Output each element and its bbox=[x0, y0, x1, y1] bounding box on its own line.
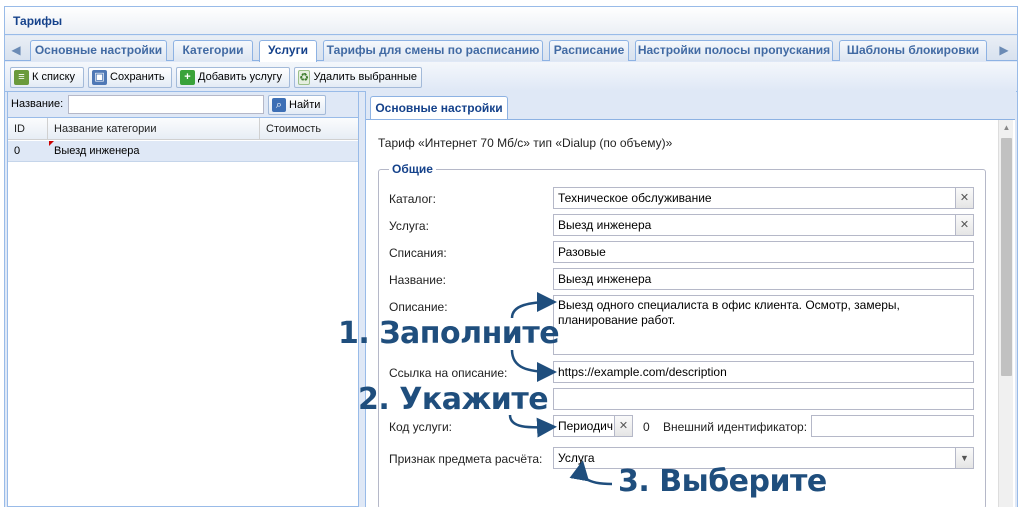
extra-field[interactable] bbox=[553, 388, 974, 410]
add-service-button[interactable]: + Добавить услугу bbox=[176, 67, 290, 88]
search-row: Название: ⌕ Найти bbox=[8, 92, 358, 118]
tab-schedule[interactable]: Расписание bbox=[549, 40, 629, 61]
catalog-clear-icon[interactable]: ✕ bbox=[955, 188, 973, 208]
description-link-label: Ссылка на описание: bbox=[389, 366, 508, 380]
scroll-thumb[interactable] bbox=[1001, 138, 1012, 376]
catalog-label: Каталог: bbox=[389, 192, 436, 206]
tab-main-settings[interactable]: Основные настройки bbox=[30, 40, 167, 61]
catalog-combo[interactable]: Техническое обслуживание ✕ bbox=[553, 187, 974, 209]
search-input[interactable] bbox=[68, 95, 264, 114]
save-icon: ▣ bbox=[92, 70, 107, 85]
cell-id: 0 bbox=[14, 145, 21, 157]
description-textarea[interactable]: Выезд одного специалиста в офис клиента.… bbox=[553, 295, 974, 355]
external-id-field[interactable] bbox=[811, 415, 974, 437]
service-combo[interactable]: Выезд инженера ✕ bbox=[553, 214, 974, 236]
charges-label: Списания: bbox=[389, 246, 447, 260]
name-field[interactable]: Выезд инженера bbox=[553, 268, 974, 290]
detail-scrollbar[interactable]: ▲ bbox=[998, 120, 1013, 507]
subject-attr-value: Услуга bbox=[558, 451, 595, 465]
find-label: Найти bbox=[289, 98, 321, 111]
tariff-description: Тариф «Интернет 70 Мб/с» тип «Dialup (по… bbox=[378, 136, 673, 150]
services-list-panel: Название: ⌕ Найти ID Название категории … bbox=[7, 91, 359, 507]
service-clear-icon[interactable]: ✕ bbox=[955, 215, 973, 235]
description-label: Описание: bbox=[389, 300, 448, 314]
col-id[interactable]: ID bbox=[8, 118, 48, 140]
external-id-label: Внешний идентификатор: bbox=[663, 420, 808, 434]
service-code-suffix: 0 bbox=[643, 420, 650, 434]
cell-name: Выезд инженера bbox=[54, 145, 140, 157]
search-icon: ⌕ bbox=[272, 98, 286, 112]
search-label: Название: bbox=[11, 98, 64, 110]
service-detail-panel: Основные настройки Тариф «Интернет 70 Мб… bbox=[365, 91, 1016, 507]
service-code-label: Код услуги: bbox=[389, 420, 453, 434]
tab-schedule-tariffs[interactable]: Тарифы для смены по расписанию bbox=[323, 40, 543, 61]
recycle-icon: ♻ bbox=[298, 70, 311, 85]
add-service-label: Добавить услугу bbox=[198, 71, 282, 83]
annotation-step2: 2. Укажите bbox=[358, 382, 549, 417]
fieldset-title: Общие bbox=[389, 162, 436, 176]
annotation-step3: 3. Выберите bbox=[618, 464, 827, 499]
service-value: Выезд инженера bbox=[558, 218, 652, 232]
plus-icon: + bbox=[180, 70, 195, 85]
delete-selected-label: Удалить выбранные bbox=[313, 71, 417, 83]
charges-field[interactable]: Разовые bbox=[553, 241, 974, 263]
chevron-down-icon[interactable]: ▼ bbox=[955, 448, 973, 468]
service-code-value: Периодич bbox=[558, 419, 614, 433]
table-row[interactable]: 0 Выезд инженера bbox=[8, 141, 358, 162]
tab-scroll-left-icon[interactable]: ◀ bbox=[7, 40, 25, 60]
description-link-field[interactable]: https://example.com/description bbox=[553, 361, 974, 383]
service-label: Услуга: bbox=[389, 219, 429, 233]
tab-bandwidth[interactable]: Настройки полосы пропускания bbox=[635, 40, 833, 61]
toolbar: ≡ К списку ▣ Сохранить + Добавить услугу… bbox=[5, 62, 1017, 92]
back-to-list-button[interactable]: ≡ К списку bbox=[10, 67, 84, 88]
col-category-name[interactable]: Название категории bbox=[48, 118, 260, 140]
back-to-list-label: К списку bbox=[32, 71, 76, 83]
main-tabstrip: ◀ Основные настройки Категории Услуги Та… bbox=[5, 36, 1017, 62]
save-button[interactable]: ▣ Сохранить bbox=[88, 67, 172, 88]
save-label: Сохранить bbox=[110, 71, 165, 83]
tab-categories[interactable]: Категории bbox=[173, 40, 253, 61]
annotation-step1: 1. Заполните bbox=[338, 316, 560, 351]
tab-scroll-right-icon[interactable]: ▶ bbox=[995, 40, 1013, 60]
grid-header: ID Название категории Стоимость bbox=[8, 118, 358, 140]
scroll-up-icon[interactable]: ▲ bbox=[999, 120, 1014, 136]
tab-detail-main-settings[interactable]: Основные настройки bbox=[370, 96, 508, 119]
col-cost[interactable]: Стоимость bbox=[260, 118, 358, 140]
service-code-clear-icon[interactable]: ✕ bbox=[614, 416, 632, 436]
catalog-value: Техническое обслуживание bbox=[558, 191, 712, 205]
find-button[interactable]: ⌕ Найти bbox=[268, 95, 326, 115]
list-icon: ≡ bbox=[14, 70, 29, 85]
dirty-marker-icon bbox=[49, 141, 54, 146]
name-label: Название: bbox=[389, 273, 446, 287]
subject-attr-label: Признак предмета расчёта: bbox=[389, 452, 543, 466]
tab-block-templates[interactable]: Шаблоны блокировки bbox=[839, 40, 987, 61]
service-code-combo[interactable]: Периодич ✕ bbox=[553, 415, 633, 437]
delete-selected-button[interactable]: ♻ Удалить выбранные bbox=[294, 67, 422, 88]
detail-body: Тариф «Интернет 70 Мб/с» тип «Dialup (по… bbox=[366, 119, 1015, 507]
services-grid: ID Название категории Стоимость 0 Выезд … bbox=[8, 118, 358, 162]
cell-cost bbox=[260, 141, 358, 162]
tab-services[interactable]: Услуги bbox=[259, 40, 317, 62]
window-title: Тарифы bbox=[5, 7, 1017, 35]
